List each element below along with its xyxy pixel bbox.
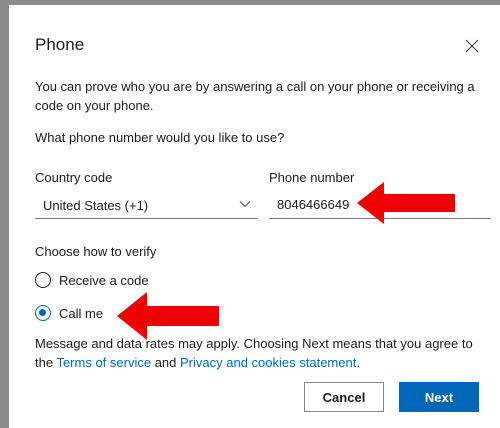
intro-text: You can prove who you are by answering a… [35,79,475,113]
radio-receive-code[interactable]: Receive a code [35,269,149,291]
privacy-statement-link[interactable]: Privacy and cookies statement [180,355,356,370]
dialog-title: Phone [35,35,85,54]
close-icon [465,39,479,53]
screenshot-frame: Phone You can prove who you are by answe… [0,0,500,428]
backdrop-edge [0,0,9,428]
radio-button-unchecked[interactable] [35,272,51,288]
disclaimer-connector: and [151,355,181,370]
radio-button-checked[interactable] [35,305,51,321]
chevron-down-icon [239,201,251,208]
country-code-value: United States (+1) [43,198,149,213]
country-code-select[interactable]: United States (+1) [35,191,257,219]
phone-question: What phone number would you like to use? [35,130,285,145]
phone-number-input[interactable] [269,191,491,219]
verify-method-label: Choose how to verify [35,244,157,259]
cancel-button[interactable]: Cancel [304,382,384,412]
phone-number-label: Phone number [269,170,355,185]
radio-call-me-label: Call me [59,305,104,321]
next-button[interactable]: Next [399,382,479,412]
close-button[interactable] [461,35,483,57]
radio-receive-code-label: Receive a code [59,272,149,288]
disclaimer-end: . [356,355,360,370]
phone-dialog: Phone You can prove who you are by answe… [9,5,500,428]
terms-of-service-link[interactable]: Terms of service [56,355,151,370]
radio-call-me[interactable]: Call me [35,302,103,324]
country-code-label: Country code [35,170,113,185]
rates-disclaimer: Message and data rates may apply. Choosi… [35,334,485,372]
